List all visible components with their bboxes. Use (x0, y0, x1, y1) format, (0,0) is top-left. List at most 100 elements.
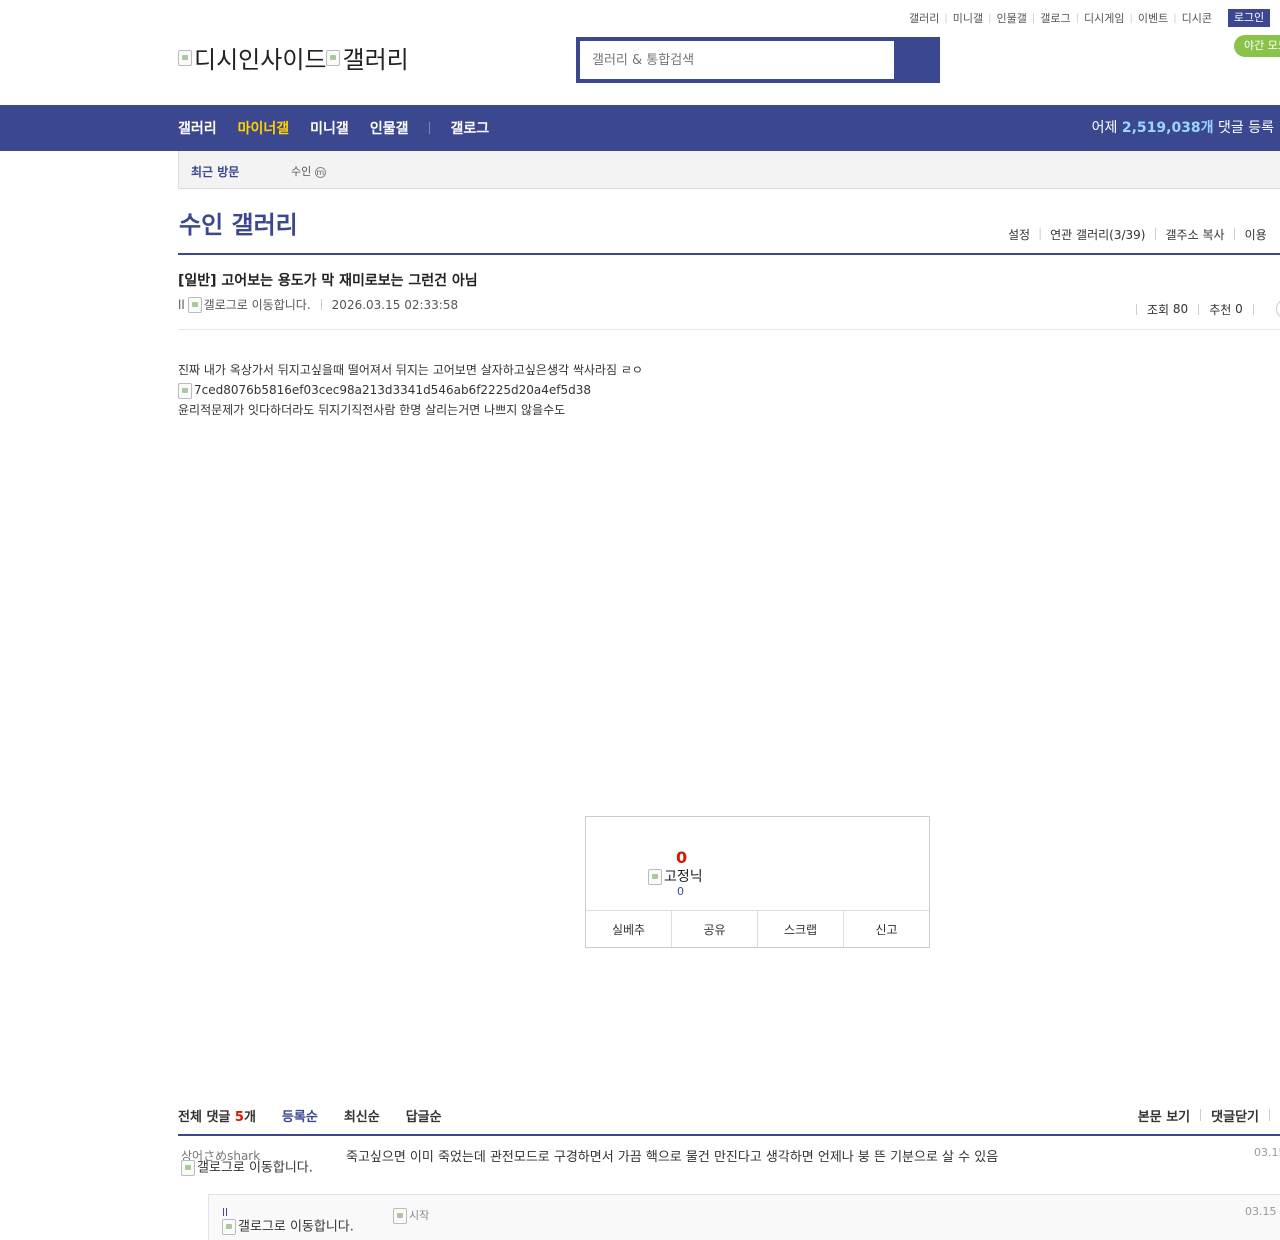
reply-nick[interactable]: ll (222, 1206, 228, 1219)
content-line: 진짜 내가 옥상가서 뒤지고싶을때 떨어져서 뒤지는 고어보면 살자하고싶은생각… (178, 363, 643, 377)
gnb-item-gallery[interactable]: 갤러리 (178, 118, 217, 138)
post-stats: 조회 80 추천 0 (1136, 299, 1280, 319)
comment-total-label: 전체 댓글 (178, 1110, 231, 1125)
reco-count: 0 (1235, 302, 1243, 316)
reply-date: 03.15 0 (1245, 1205, 1280, 1218)
minor-gallery-icon: m (314, 167, 326, 178)
fixed-nick-recommend[interactable]: 고정닉 (648, 866, 703, 886)
util-link-event[interactable]: 이벤트 (1133, 10, 1173, 26)
global-nav: 갤러리 마이너갤 미니갤 인물갤 갤로그 어제 2,519,038개 댓글 등록 (0, 105, 1280, 151)
option-usage[interactable]: 이용 (1237, 226, 1275, 243)
post-writer[interactable]: ll (178, 298, 185, 312)
util-link-dcgame[interactable]: 디시게임 (1079, 10, 1129, 26)
report-button[interactable]: 신고 (844, 911, 929, 947)
gallery-title[interactable]: 수인 갤러리 (179, 205, 298, 240)
gallery-options: 설정 | 연관 갤러리(3/39) | 갤주소 복사 | 이용 (1000, 226, 1275, 243)
comment-gallog-link[interactable]: 갤로그로 이동합니다. (181, 1160, 331, 1176)
util-link-minigall[interactable]: 미니갤 (948, 10, 988, 26)
comment-sorts: 전체 댓글 5개 등록순 최신순 답글순 (178, 1106, 1280, 1125)
reco-label: 추천 (1209, 302, 1232, 317)
search-button[interactable] (895, 40, 937, 80)
gnb-item-person[interactable]: 인물갤 (370, 118, 409, 138)
reply-gallog-alt: 갤로그로 이동합니다. (238, 1219, 354, 1235)
gnb-divider (429, 122, 431, 134)
post-meta: ll 갤로그로 이동합니다. 2026.03.15 02:33:58 (178, 296, 458, 313)
logo-gallery-alt: 갤러리 (342, 46, 409, 74)
top-util-links: 갤러리 | 미니갤 | 인물갤 | 갤로그 | 디시게임 | 이벤트 | 디시콘 (904, 10, 1217, 26)
search-box (576, 37, 940, 83)
close-comments-button[interactable]: 댓글닫기 (1211, 1106, 1259, 1125)
util-link-person[interactable]: 인물갤 (992, 10, 1032, 26)
comment-actions: 본문 보기 댓글닫기 (1138, 1106, 1280, 1125)
sort-replies[interactable]: 답글순 (406, 1106, 442, 1125)
reply-dccon-alt: 시작 (409, 1209, 430, 1222)
post-date: 2026.03.15 02:33:58 (331, 297, 459, 312)
comment-total-count: 5 (234, 1110, 244, 1125)
comment-divider (178, 1134, 1280, 1136)
post-title: [일반] 고어보는 용도가 막 재미로보는 그런건 아님 (178, 273, 478, 289)
stat-suffix: 댓글 등록 (1218, 120, 1274, 136)
option-copy-address[interactable]: 갤주소 복사 (1158, 226, 1233, 243)
sort-registered[interactable]: 등록순 (282, 1106, 318, 1125)
comment-reply: ll 갤로그로 이동합니다. 시작 03.15 0 (208, 1194, 1280, 1240)
search-icon (907, 51, 925, 69)
content-image: 7ced8076b5816ef03cec98a213d3341d546ab6f2… (178, 380, 643, 400)
recent-visit-label[interactable]: 최근 방문 (191, 163, 239, 180)
sort-latest[interactable]: 최신순 (344, 1106, 380, 1125)
recent-visit-bar: 최근 방문 수인 m (178, 151, 1280, 189)
gnb-menu: 갤러리 마이너갤 미니갤 인물갤 갤로그 (178, 105, 510, 151)
gnb-item-minor[interactable]: 마이너갤 (238, 118, 290, 138)
views-label: 조회 (1147, 302, 1170, 317)
share-button[interactable]: 공유 (672, 911, 758, 947)
post-content: 진짜 내가 옥상가서 뒤지고싶을때 떨어져서 뒤지는 고어보면 살자하고싶은생각… (178, 360, 643, 420)
gallery-divider (178, 253, 1280, 255)
login-button[interactable]: 로그인 (1228, 9, 1270, 27)
util-link-gallery[interactable]: 갤러리 (904, 10, 944, 26)
recommend-box: 0 고정닉 0 실베추 공유 스크랩 신고 (585, 816, 930, 948)
recommend-count: 0 (676, 848, 688, 867)
broken-image-icon (648, 869, 662, 885)
content-line: 윤리적문제가 잇다하더라도 뒤지기직전사람 한명 살리는거면 나쁘지 않을수도 (178, 403, 566, 417)
recommend-buttons: 실베추 공유 스크랩 신고 (586, 910, 929, 947)
reply-gallog-link[interactable]: 갤로그로 이동합니다. (222, 1219, 372, 1235)
comment-date: 03.15 (1254, 1146, 1280, 1159)
fixed-nick-alt: 고정닉 (664, 869, 703, 885)
site-logo[interactable]: 디시인사이드 갤러리 (178, 40, 409, 75)
broken-image-icon (178, 49, 192, 66)
stat-prefix: 어제 (1091, 120, 1118, 136)
views-count: 80 (1172, 302, 1189, 316)
search-input[interactable] (579, 40, 895, 80)
night-mode-toggle[interactable]: 야간 모드 (1234, 35, 1280, 57)
comment-gallog-alt: 갤로그로 이동합니다. (197, 1160, 313, 1176)
logo-site-alt: 디시인사이드 (194, 46, 327, 74)
comment-stat: 어제 2,519,038개 댓글 등록 (1092, 105, 1274, 151)
broken-image-icon (393, 1208, 407, 1224)
broken-image-icon (178, 382, 192, 399)
view-body-button[interactable]: 본문 보기 (1138, 1106, 1190, 1125)
broken-image-icon (326, 49, 341, 66)
stat-value: 2,519,038개 (1121, 120, 1214, 136)
content-image-alt: 7ced8076b5816ef03cec98a213d3341d546ab6f2… (194, 383, 591, 397)
comment-total-unit: 개 (243, 1110, 256, 1125)
broken-image-icon (187, 296, 202, 313)
comment-header: 전체 댓글 5개 등록순 최신순 답글순 본문 보기 댓글닫기 (178, 1106, 1280, 1125)
reply-dccon: 시작 (393, 1207, 429, 1224)
more-circle-button[interactable] (1275, 299, 1280, 319)
comment-text: 죽고싶으면 이미 죽었는데 관전모드로 구경하면서 가끔 핵으로 물건 만진다고… (346, 1150, 999, 1165)
comment-total: 전체 댓글 5개 (178, 1106, 256, 1125)
gnb-item-mini[interactable]: 미니갤 (310, 118, 349, 138)
broken-image-icon (222, 1219, 236, 1235)
recent-visit-item-name: 수인 (291, 165, 312, 178)
option-settings[interactable]: 설정 (1000, 226, 1038, 243)
option-related-galleries[interactable]: 연관 갤러리(3/39) (1042, 226, 1153, 243)
best-recommend-button[interactable]: 실베추 (586, 911, 672, 947)
util-link-gallog[interactable]: 갤로그 (1035, 10, 1075, 26)
fixed-nick-count: 0 (677, 885, 684, 898)
util-link-dccon[interactable]: 디시콘 (1177, 10, 1217, 26)
gnb-item-gallog[interactable]: 갤로그 (450, 118, 489, 138)
scrap-button[interactable]: 스크랩 (758, 911, 844, 947)
broken-image-icon (181, 1160, 195, 1176)
recent-visit-item[interactable]: 수인 m (291, 163, 326, 179)
post-writer-gallog-alt[interactable]: 갤로그로 이동합니다. (204, 296, 311, 313)
post-divider (178, 329, 1280, 330)
